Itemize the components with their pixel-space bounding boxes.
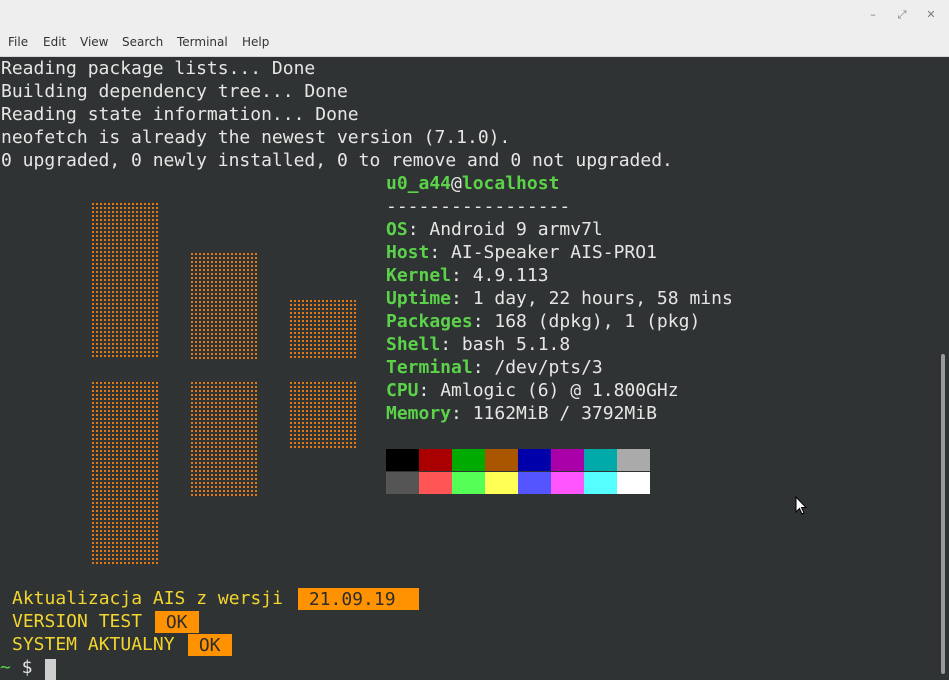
info-label: Shell <box>386 334 441 355</box>
menu-edit[interactable]: Edit <box>43 35 66 49</box>
logo-dot-block <box>290 300 356 358</box>
info-label: Packages <box>386 311 473 332</box>
color-swatch <box>584 449 617 471</box>
neofetch-host: localhost <box>461 173 560 194</box>
info-packages: Packages: 168 (dpkg), 1 (pkg) <box>386 310 700 333</box>
info-value: : bash 5.1.8 <box>440 334 571 355</box>
close-icon[interactable]: ✕ <box>922 6 940 24</box>
menu-help[interactable]: Help <box>242 35 269 49</box>
info-label: OS <box>386 219 408 240</box>
vertical-scrollbar[interactable] <box>937 57 949 680</box>
shell-prompt: ~ $ <box>0 656 43 679</box>
minimize-icon[interactable]: – <box>864 6 882 24</box>
color-swatch <box>419 449 452 471</box>
info-uptime: Uptime: 1 day, 22 hours, 58 mins <box>386 287 733 310</box>
info-value: : Amlogic (6) @ 1.800GHz <box>418 380 679 401</box>
info-cpu: CPU: Amlogic (6) @ 1.800GHz <box>386 379 679 402</box>
color-swatch <box>518 449 551 471</box>
prompt-dollar: $ <box>10 657 44 678</box>
info-label: Uptime <box>386 288 452 309</box>
menu-view[interactable]: View <box>80 35 108 49</box>
scrollbar-thumb[interactable] <box>941 354 945 674</box>
window-titlebar: – ⤢ ✕ <box>0 0 949 31</box>
color-swatch <box>551 472 584 494</box>
neofetch-separator: ----------------- <box>386 196 571 217</box>
info-label: Host <box>386 242 430 263</box>
info-host: Host: AI-Speaker AIS-PRO1 <box>386 241 657 264</box>
info-terminal: Terminal: /dev/pts/3 <box>386 356 603 379</box>
neofetch-title: u0_a44@localhost <box>386 172 559 195</box>
ais-update-label: Aktualizacja AIS z wersji <box>12 588 283 609</box>
neofetch-at: @ <box>451 173 462 194</box>
ais-system-label: SYSTEM AKTUALNY <box>12 634 175 655</box>
color-swatch <box>584 472 617 494</box>
color-swatch <box>551 449 584 471</box>
menu-bar: File Edit View Search Terminal Help <box>0 31 949 57</box>
neofetch-user: u0_a44 <box>386 173 452 194</box>
ais-system-badge: OK <box>188 634 232 656</box>
menu-file[interactable]: File <box>8 35 28 49</box>
ais-test-label: VERSION TEST <box>12 611 143 632</box>
terminal-output[interactable]: Reading package lists... Done Building d… <box>0 57 937 680</box>
info-label: Memory <box>386 403 452 424</box>
info-memory: Memory: 1162MiB / 3792MiB <box>386 402 657 425</box>
color-swatch <box>419 472 452 494</box>
menu-search[interactable]: Search <box>122 35 163 49</box>
color-swatch <box>452 449 485 471</box>
logo-dot-block <box>92 382 158 564</box>
info-label: Terminal <box>386 357 473 378</box>
prompt-tilde: ~ <box>0 657 11 678</box>
color-swatch <box>518 472 551 494</box>
ais-version-badge: 21.09.19 <box>298 588 419 610</box>
info-value: : 1 day, 22 hours, 58 mins <box>451 288 733 309</box>
ais-test-badge: OK <box>155 611 199 633</box>
color-swatch <box>617 449 650 471</box>
text-cursor <box>45 659 56 680</box>
color-swatch <box>485 449 518 471</box>
info-kernel: Kernel: 4.9.113 <box>386 264 549 287</box>
info-value: : AI-Speaker AIS-PRO1 <box>429 242 657 263</box>
info-value: : 4.9.113 <box>451 265 549 286</box>
color-swatch <box>617 472 650 494</box>
color-swatch <box>452 472 485 494</box>
info-value: : /dev/pts/3 <box>472 357 603 378</box>
neofetch-logo <box>92 203 356 564</box>
logo-dot-block <box>92 203 158 357</box>
mouse-pointer-icon <box>795 496 807 515</box>
info-value: : 1162MiB / 3792MiB <box>451 403 657 424</box>
color-swatch <box>485 472 518 494</box>
logo-dot-block <box>290 382 356 448</box>
info-label: Kernel <box>386 265 452 286</box>
maximize-icon[interactable]: ⤢ <box>893 6 911 24</box>
color-swatch <box>386 449 419 471</box>
info-shell: Shell: bash 5.1.8 <box>386 333 570 356</box>
info-value: : 168 (dpkg), 1 (pkg) <box>472 311 701 332</box>
info-label: CPU <box>386 380 419 401</box>
menu-terminal[interactable]: Terminal <box>177 35 228 49</box>
info-os: OS: Android 9 armv7l <box>386 218 603 241</box>
logo-dot-block <box>191 253 257 359</box>
color-swatch <box>386 472 419 494</box>
info-value: : Android 9 armv7l <box>407 219 603 240</box>
logo-dot-block <box>191 382 257 496</box>
